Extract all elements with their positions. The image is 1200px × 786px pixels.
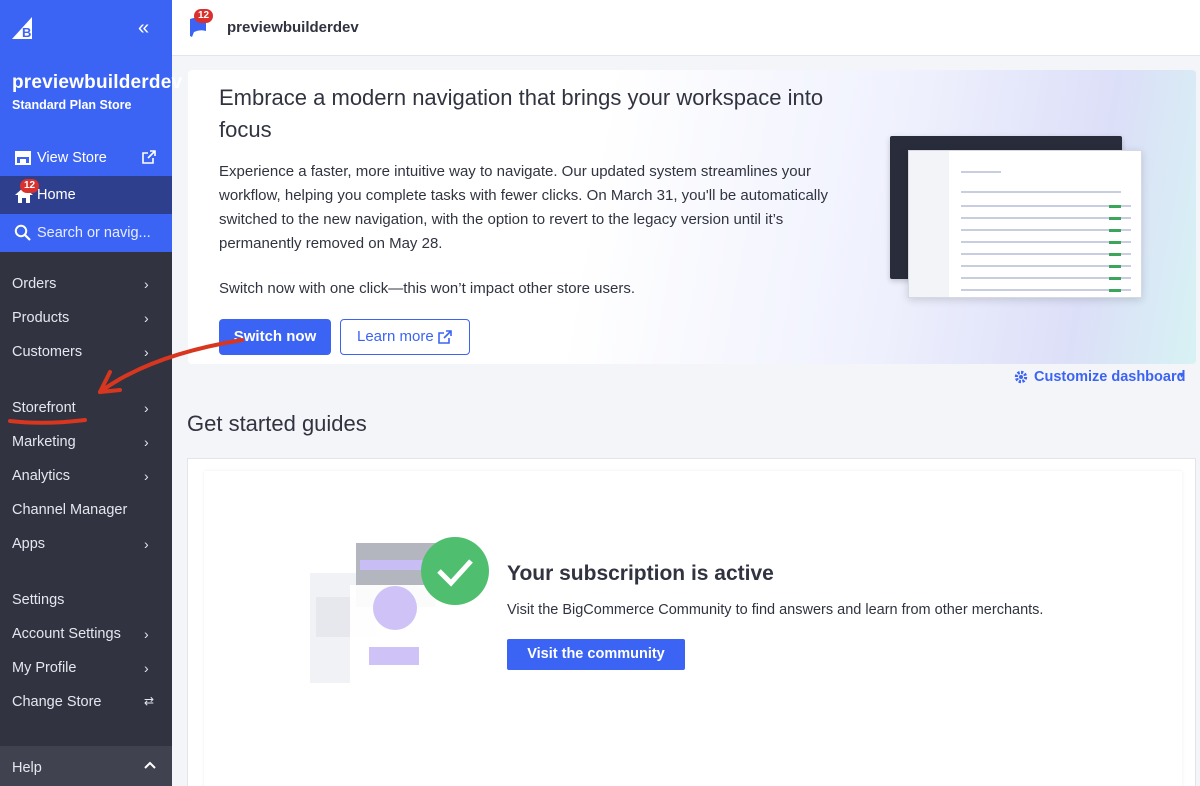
- sidebar-item-label: Products: [12, 310, 70, 326]
- sidebar-item-analytics[interactable]: Analytics ›: [0, 461, 172, 491]
- banner-title: Embrace a modern navigation that brings …: [219, 85, 824, 142]
- sidebar-search[interactable]: Search or navig...: [0, 214, 172, 252]
- chevron-right-icon: ›: [144, 276, 149, 292]
- storefront-icon: [15, 151, 31, 165]
- learn-more-label: Learn more: [357, 328, 434, 345]
- store-plan: Standard Plan Store: [12, 98, 132, 112]
- subscription-text: Visit the BigCommerce Community to find …: [507, 602, 1044, 618]
- sidebar-item-change-store[interactable]: Change Store ⇄: [0, 687, 172, 717]
- navigation-banner: Embrace a modern navigation that brings …: [188, 70, 1196, 364]
- sidebar-item-marketing[interactable]: Marketing ›: [0, 427, 172, 457]
- chevron-right-icon: ›: [144, 468, 149, 484]
- switch-now-button[interactable]: Switch now: [219, 319, 331, 355]
- svg-text:B: B: [22, 25, 31, 40]
- sidebar-item-home[interactable]: 12 Home: [0, 176, 172, 214]
- chevron-right-icon: ›: [144, 310, 149, 326]
- notifications-badge: 12: [194, 9, 214, 23]
- sidebar-item-customers[interactable]: Customers ›: [0, 337, 172, 367]
- sidebar-item-apps[interactable]: Apps ›: [0, 529, 172, 559]
- sidebar-item-label: Customers: [12, 344, 83, 360]
- view-store-link[interactable]: View Store: [0, 141, 172, 175]
- chevron-up-icon: [144, 761, 156, 769]
- sidebar-item-label: Orders: [12, 276, 57, 292]
- guides-title: Get started guides: [187, 411, 367, 436]
- help-label: Help: [12, 760, 42, 776]
- topbar-store-name: previewbuilderdev: [227, 19, 359, 36]
- sidebar-item-channel-manager[interactable]: Channel Manager: [0, 495, 172, 525]
- sidebar-item-label: Channel Manager: [12, 502, 128, 518]
- sidebar-item-my-profile[interactable]: My Profile ›: [0, 653, 172, 683]
- chevron-right-icon: ›: [144, 626, 149, 642]
- sidebar-item-label: Apps: [12, 536, 46, 552]
- chevron-right-icon: ›: [144, 434, 149, 450]
- sidebar-help[interactable]: Help: [0, 746, 172, 786]
- sidebar-item-label: Analytics: [12, 468, 71, 484]
- sidebar-item-account-settings[interactable]: Account Settings ›: [0, 619, 172, 649]
- external-link-icon: [438, 330, 452, 344]
- chevron-right-icon: ›: [144, 344, 149, 360]
- sidebar-item-label: Marketing: [12, 434, 76, 450]
- subscription-title: Your subscription is active: [507, 562, 774, 585]
- top-bar: 12 previewbuilderdev: [172, 0, 1200, 56]
- customize-dashboard-label: Customize dashboard: [1034, 369, 1186, 385]
- sidebar: B « previewbuilderdev Standard Plan Stor…: [0, 0, 182, 786]
- view-store-label: View Store: [37, 150, 107, 166]
- switch-arrows-icon: ⇄: [144, 694, 155, 708]
- learn-more-button[interactable]: Learn more: [340, 319, 470, 355]
- gear-icon: [1014, 370, 1028, 384]
- sidebar-item-label: My Profile: [12, 660, 77, 676]
- visit-community-button[interactable]: Visit the community: [507, 639, 685, 670]
- caret-down-icon: ▾: [1179, 370, 1185, 381]
- sidebar-item-label: Change Store: [12, 694, 102, 710]
- chevron-right-icon: ›: [144, 536, 149, 552]
- banner-subtext: Switch now with one click—this won’t imp…: [219, 280, 635, 297]
- chevron-right-icon: ›: [144, 400, 149, 416]
- sidebar-item-storefront[interactable]: Storefront ›: [0, 393, 172, 423]
- search-input[interactable]: Search or navig...: [37, 225, 151, 241]
- search-icon: [14, 224, 31, 241]
- collapse-sidebar-icon[interactable]: «: [138, 18, 149, 38]
- sidebar-item-label: Settings: [12, 592, 65, 608]
- home-label: Home: [37, 187, 76, 203]
- new-navigation-preview-image: [890, 136, 1142, 300]
- sidebar-item-orders[interactable]: Orders ›: [0, 269, 172, 299]
- sidebar-item-products[interactable]: Products ›: [0, 303, 172, 333]
- chevron-right-icon: ›: [144, 660, 149, 676]
- sidebar-item-settings[interactable]: Settings: [0, 585, 172, 615]
- banner-body: Experience a faster, more intuitive way …: [219, 163, 828, 252]
- bigcommerce-logo-icon[interactable]: B: [10, 13, 38, 41]
- store-name: previewbuilderdev: [12, 72, 183, 93]
- sidebar-item-label: Account Settings: [12, 626, 121, 642]
- external-link-icon: [142, 150, 156, 164]
- sidebar-item-label: Storefront: [12, 400, 76, 416]
